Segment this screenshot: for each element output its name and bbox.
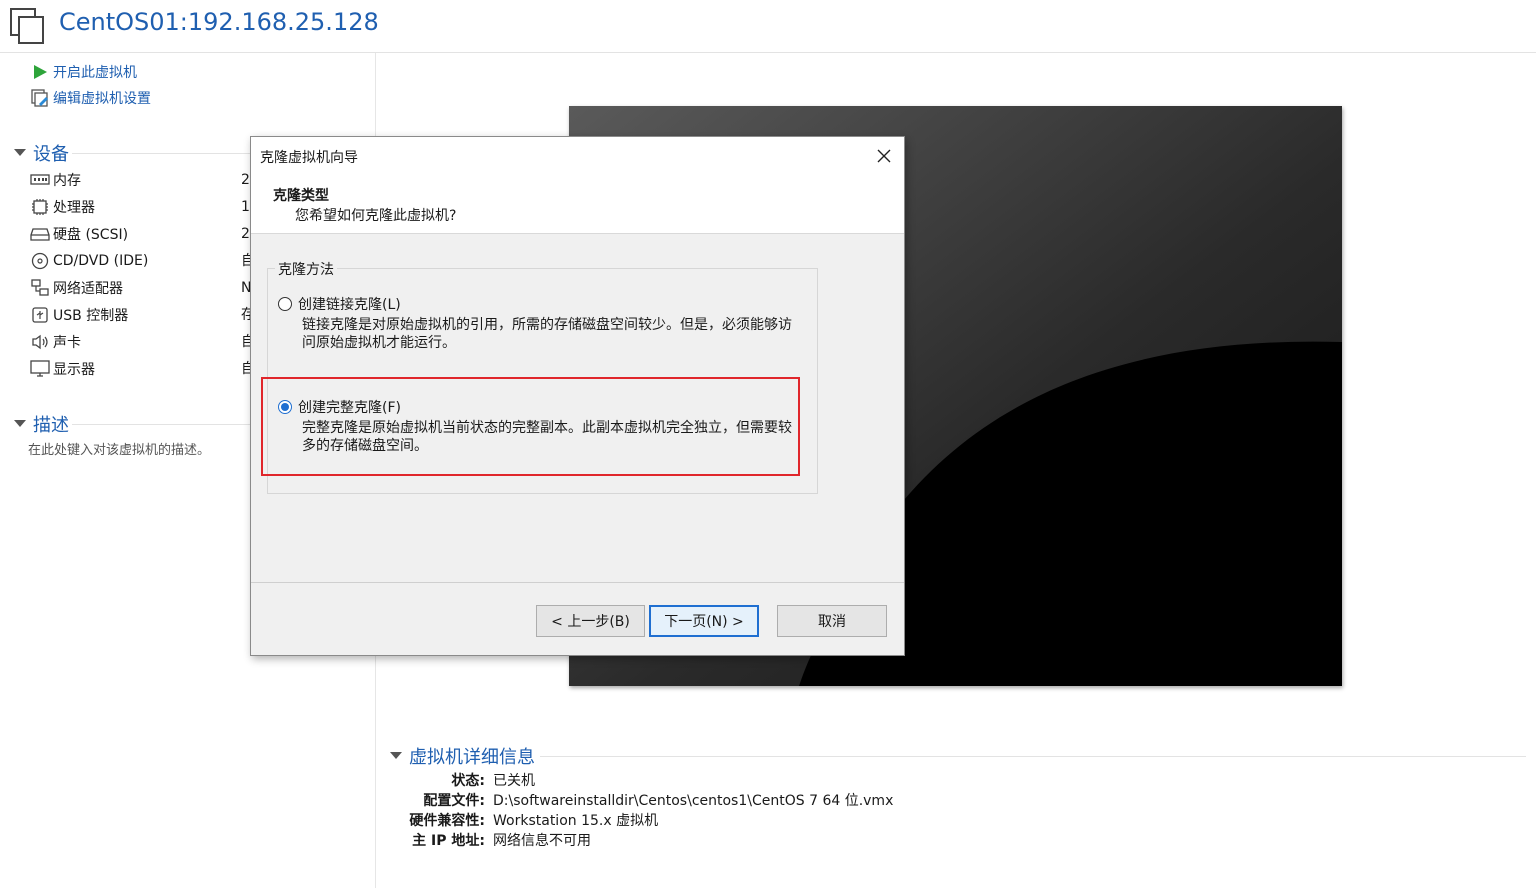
page-subheading: 您希望如何克隆此虚拟机? xyxy=(295,208,457,224)
device-name: USB 控制器 xyxy=(53,308,129,324)
detail-key: 状态: xyxy=(451,773,485,789)
sound-card-icon xyxy=(29,332,51,352)
detail-row-status: 状态: 已关机 xyxy=(389,770,535,790)
details-title: 虚拟机详细信息 xyxy=(409,747,535,768)
collapse-triangle-icon xyxy=(12,145,28,161)
device-memory[interactable]: 内存 xyxy=(29,169,81,191)
device-sound-card[interactable]: 声卡 xyxy=(29,331,81,353)
close-button[interactable] xyxy=(871,143,897,169)
virtual-machine-icon xyxy=(10,8,44,44)
footer-divider xyxy=(251,582,904,583)
details-section-header[interactable]: 虚拟机详细信息 xyxy=(388,744,535,768)
dialog-title: 克隆虚拟机向导 xyxy=(260,150,358,166)
device-name: 处理器 xyxy=(53,200,95,216)
device-display[interactable]: 显示器 xyxy=(29,358,95,380)
full-clone-radio[interactable]: 创建完整克隆(F) xyxy=(278,396,401,418)
detail-row-hardware-compat: 硬件兼容性: Workstation 15.x 虚拟机 xyxy=(389,810,658,830)
device-name: 显示器 xyxy=(53,362,95,378)
radio-button[interactable] xyxy=(278,297,292,311)
option-label: 创建完整克隆(F) xyxy=(298,400,401,416)
network-adapter-icon xyxy=(29,278,51,298)
detail-row-config-file: 配置文件: D:\softwareinstalldir\Centos\cento… xyxy=(389,790,893,810)
device-name: 网络适配器 xyxy=(53,281,123,297)
option-label: 创建链接克隆(L) xyxy=(298,297,401,313)
group-label: 克隆方法 xyxy=(275,259,337,279)
device-usb-controller[interactable]: USB 控制器 xyxy=(29,304,128,326)
detail-value: 已关机 xyxy=(493,773,535,789)
device-processor[interactable]: 处理器 xyxy=(29,196,95,218)
devices-title: 设备 xyxy=(33,144,69,165)
linked-clone-radio[interactable]: 创建链接克隆(L) xyxy=(278,293,401,315)
edit-settings-label: 编辑虚拟机设置 xyxy=(53,91,151,107)
hard-disk-icon xyxy=(29,224,51,244)
section-divider xyxy=(72,424,250,425)
device-network-adapter[interactable]: 网络适配器 xyxy=(29,277,123,299)
display-icon xyxy=(29,359,51,379)
next-button[interactable]: 下一页(N) > xyxy=(649,605,759,637)
description-section-header[interactable]: 描述 xyxy=(12,412,69,436)
vm-title: CentOS01:192.168.25.128 xyxy=(59,8,379,36)
section-divider xyxy=(540,756,1526,757)
description-placeholder[interactable]: 在此处键入对该虚拟机的描述。 xyxy=(28,439,210,458)
device-hard-disk[interactable]: 硬盘 (SCSI) xyxy=(29,223,128,245)
device-name: CD/DVD (IDE) xyxy=(53,253,149,269)
detail-value: Workstation 15.x 虚拟机 xyxy=(493,813,659,829)
close-icon xyxy=(877,149,891,163)
detail-key: 配置文件: xyxy=(423,793,485,809)
edit-settings-icon xyxy=(30,88,50,108)
page-heading: 克隆类型 xyxy=(273,188,329,204)
power-on-label: 开启此虚拟机 xyxy=(53,65,137,81)
detail-value: D:\softwareinstalldir\Centos\centos1\Cen… xyxy=(493,793,894,809)
play-icon xyxy=(30,62,50,82)
device-cd-dvd[interactable]: CD/DVD (IDE) xyxy=(29,250,148,272)
radio-button-selected[interactable] xyxy=(278,400,292,414)
detail-row-ip-address: 主 IP 地址: 网络信息不可用 xyxy=(389,830,591,850)
cancel-button[interactable]: 取消 xyxy=(777,605,887,637)
power-on-vm-link[interactable]: 开启此虚拟机 xyxy=(30,61,137,83)
processor-icon xyxy=(29,197,51,217)
devices-section-header[interactable]: 设备 xyxy=(12,141,69,165)
collapse-triangle-icon xyxy=(12,416,28,432)
title-bar: CentOS01:192.168.25.128 xyxy=(0,0,1536,53)
detail-value: 网络信息不可用 xyxy=(493,833,591,849)
option-description: 完整克隆是原始虚拟机当前状态的完整副本。此副本虚拟机完全独立，但需要较多的存储磁… xyxy=(302,420,792,454)
detail-key: 硬件兼容性: xyxy=(409,813,485,829)
collapse-triangle-icon xyxy=(388,748,404,764)
section-divider xyxy=(72,153,250,154)
back-button[interactable]: < 上一步(B) xyxy=(536,605,645,637)
usb-controller-icon xyxy=(29,305,51,325)
memory-icon xyxy=(29,170,51,190)
device-name: 硬盘 (SCSI) xyxy=(53,227,129,243)
option-description: 链接克隆是对原始虚拟机的引用，所需的存储磁盘空间较少。但是，必须能够访问原始虚拟… xyxy=(302,317,792,351)
clone-vm-wizard-dialog: 克隆虚拟机向导 克隆类型 您希望如何克隆此虚拟机? 克隆方法 创建链接克隆(L)… xyxy=(250,136,905,656)
edit-vm-settings-link[interactable]: 编辑虚拟机设置 xyxy=(30,87,151,109)
description-title: 描述 xyxy=(33,415,69,436)
detail-key: 主 IP 地址: xyxy=(412,833,485,849)
device-name: 内存 xyxy=(53,173,81,189)
cd-dvd-icon xyxy=(29,251,51,271)
device-name: 声卡 xyxy=(53,335,81,351)
